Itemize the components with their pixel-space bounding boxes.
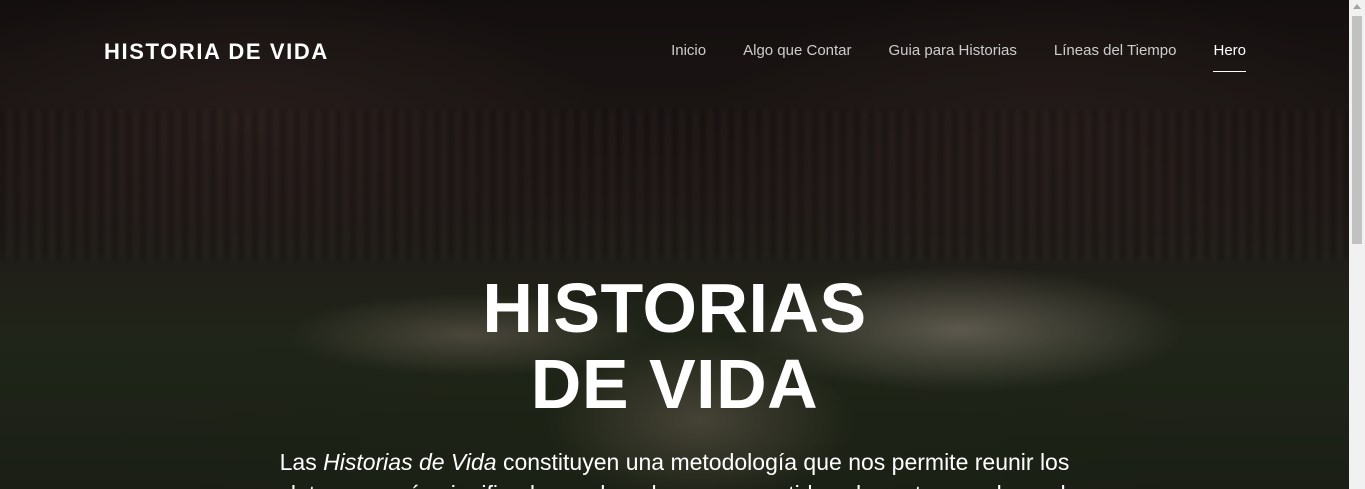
nav-link-hero[interactable]: Hero — [1213, 42, 1246, 72]
lead-emphasis: Historias de Vida — [323, 449, 497, 475]
lead-prefix: Las — [279, 449, 324, 475]
hero-title-line1: HISTORIAS — [482, 269, 867, 347]
hero-lead-text: Las Historias de Vida constituyen una me… — [200, 446, 1149, 489]
nav-link-lineas-del-tiempo[interactable]: Líneas del Tiempo — [1054, 42, 1177, 71]
nav-link-guia-para-historias[interactable]: Guia para Historias — [889, 42, 1017, 71]
page-scrollbar[interactable] — [1349, 0, 1365, 489]
nav-item-guia-para-historias: Guia para Historias — [889, 42, 1017, 72]
nav-link-algo-que-contar[interactable]: Algo que Contar — [743, 42, 851, 71]
nav-menu: Inicio Algo que Contar Guia para Histori… — [671, 42, 1246, 72]
brand-logo[interactable]: HISTORIA DE VIDA — [104, 39, 329, 65]
hero-title: HISTORIAS DE VIDA — [0, 270, 1349, 422]
nav-item-algo-que-contar: Algo que Contar — [743, 42, 851, 72]
navbar: HISTORIA DE VIDA Inicio Algo que Contar … — [0, 0, 1349, 105]
hero-section: HISTORIA DE VIDA Inicio Algo que Contar … — [0, 0, 1349, 489]
nav-link-inicio[interactable]: Inicio — [671, 42, 706, 71]
nav-item-inicio: Inicio — [671, 42, 706, 72]
hero-title-line2: DE VIDA — [530, 345, 819, 423]
scrollbar-thumb[interactable] — [1352, 16, 1362, 244]
nav-item-hero: Hero — [1213, 42, 1246, 72]
nav-item-lineas-del-tiempo: Líneas del Tiempo — [1054, 42, 1177, 72]
lead-line2: relatos con más significado y ordenarlos… — [270, 481, 1078, 489]
lead-suffix: constituyen una metodología que nos perm… — [496, 449, 1070, 475]
scroll-up-arrow-icon[interactable] — [1353, 4, 1361, 9]
